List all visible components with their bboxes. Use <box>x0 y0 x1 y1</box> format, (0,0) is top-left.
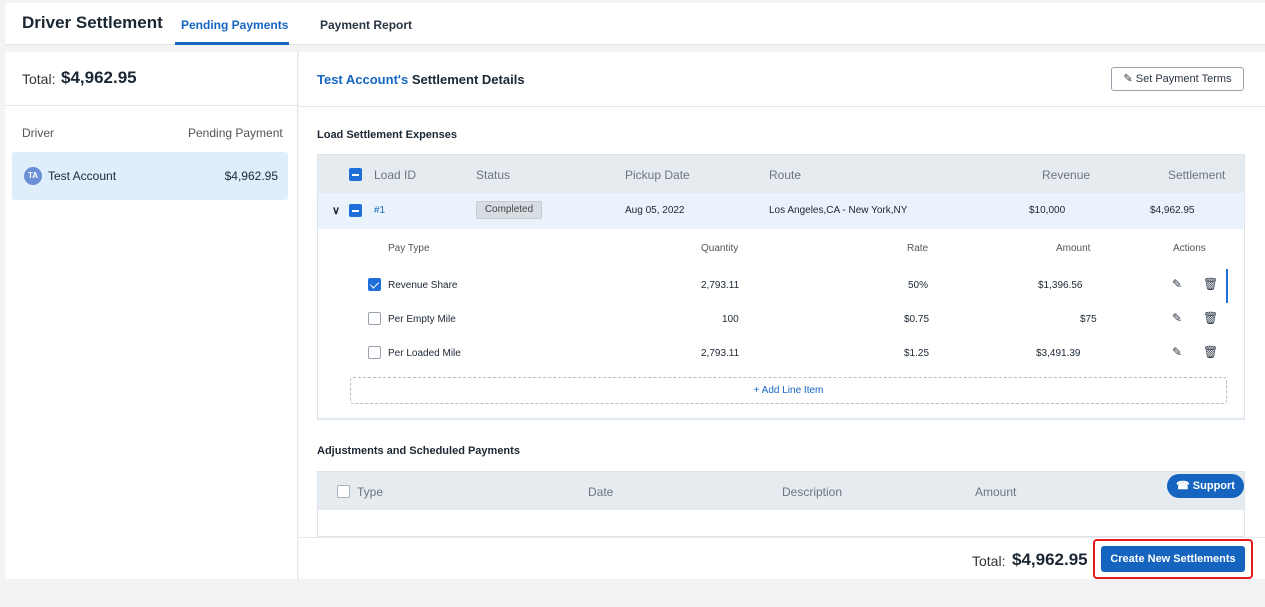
left-total-row: Total: $4,962.95 <box>5 52 297 106</box>
settlement-footer: Total: $4,962.95 Create New Settlements <box>299 537 1265 579</box>
details-title: Test Account's Settlement Details <box>317 72 525 87</box>
set-payment-terms-label: Set Payment Terms <box>1135 73 1232 85</box>
quantity: 2,793.11 <box>701 348 740 359</box>
col-load-id: Load ID <box>374 168 417 182</box>
quantity: 100 <box>722 314 739 325</box>
list-item: Per Loaded Mile 2,793.11 $1.25 $3,491.39… <box>318 337 1228 371</box>
adjustments-table-header: Type Date Description Amount <box>318 472 1244 510</box>
trash-icon[interactable]: 🗑 <box>1203 311 1218 325</box>
list-item: Per Empty Mile 100 $0.75 $75 ✎ 🗑 <box>318 303 1228 337</box>
account-name-link[interactable]: Test Account's <box>317 72 408 87</box>
headset-icon: ☎ <box>1176 480 1190 492</box>
status-badge: Completed <box>476 201 542 219</box>
col-quantity: Quantity <box>701 243 739 254</box>
quantity: 2,793.11 <box>701 280 740 291</box>
amount: $3,491.39 <box>1036 348 1081 359</box>
driver-pending-amount: $4,962.95 <box>224 169 278 183</box>
rate: $0.75 <box>904 314 930 325</box>
support-label: Support <box>1192 480 1235 492</box>
col-settlement: Settlement <box>1168 168 1226 182</box>
list-item: Revenue Share 2,793.11 50% $1,396.56 ✎ 🗑 <box>318 269 1228 303</box>
pending-payment-column-header: Pending Payment <box>188 126 283 140</box>
load-section-label: Load Settlement Expenses <box>317 129 457 141</box>
revenue: $10,000 <box>1029 205 1066 216</box>
support-button[interactable]: ☎ Support <box>1167 474 1244 498</box>
load-id-link[interactable]: #1 <box>374 205 385 216</box>
table-row[interactable]: ∨ #1 Completed Aug 05, 2022 Los Angeles,… <box>318 193 1244 229</box>
col-date: Date <box>588 485 614 499</box>
tab-pending-payments[interactable]: Pending Payments <box>181 18 288 32</box>
settlement-details-panel: Test Account's Settlement Details ✎ Set … <box>299 52 1265 579</box>
adjustments-table: Type Date Description Amount <box>317 471 1245 537</box>
edit-icon[interactable]: ✎ <box>1172 277 1182 291</box>
driver-list-item[interactable]: TA Test Account $4,962.95 <box>12 152 288 200</box>
driver-name: Test Account <box>48 169 117 183</box>
trash-icon[interactable]: 🗑 <box>1203 345 1218 359</box>
col-rate: Rate <box>907 243 929 254</box>
page-title: Driver Settlement <box>22 13 163 32</box>
add-line-item-button[interactable]: + Add Line Item <box>350 377 1227 404</box>
col-actions: Actions <box>1173 243 1206 254</box>
edit-icon[interactable]: ✎ <box>1172 311 1182 325</box>
col-amount: Amount <box>1056 243 1091 254</box>
line-item-checkbox[interactable] <box>368 346 381 359</box>
driver-column-header: Driver <box>22 126 54 140</box>
col-route: Route <box>769 168 802 182</box>
footer-total-label: Total: <box>972 553 1006 569</box>
col-description: Description <box>782 485 843 499</box>
row-checkbox[interactable] <box>349 204 362 217</box>
amount: $75 <box>1080 314 1097 325</box>
route: Los Angeles,CA - New York,NY <box>769 205 908 216</box>
edit-icon[interactable]: ✎ <box>1172 345 1182 359</box>
col-amount: Amount <box>975 485 1017 499</box>
line-item-checkbox[interactable] <box>368 312 381 325</box>
driver-list-panel: Total: $4,962.95 Driver Pending Payment … <box>5 52 298 579</box>
details-title-text: Settlement Details <box>411 72 525 87</box>
total-label: Total: <box>22 71 56 87</box>
top-header: Driver Settlement Pending Payments Payme… <box>5 3 1265 45</box>
create-new-settlements-button[interactable]: Create New Settlements <box>1101 546 1245 572</box>
load-table-header: Load ID Status Pickup Date Route Revenue… <box>318 155 1244 193</box>
total-value: $4,962.95 <box>61 68 137 87</box>
rate: 50% <box>908 280 929 291</box>
edit-icon: ✎ <box>1123 73 1133 85</box>
col-type: Type <box>357 485 384 499</box>
col-pay-type: Pay Type <box>388 243 430 254</box>
avatar: TA <box>24 167 42 185</box>
pay-type: Per Empty Mile <box>388 314 456 325</box>
scrollbar[interactable] <box>1226 269 1228 303</box>
col-pickup-date: Pickup Date <box>625 168 690 182</box>
tab-payment-report[interactable]: Payment Report <box>320 18 412 32</box>
set-payment-terms-button[interactable]: ✎ Set Payment Terms <box>1111 67 1244 91</box>
rate: $1.25 <box>904 348 930 359</box>
pickup-date: Aug 05, 2022 <box>625 205 685 216</box>
pay-type: Per Loaded Mile <box>388 348 461 359</box>
select-all-checkbox[interactable] <box>349 168 362 181</box>
amount: $1,396.56 <box>1038 280 1083 291</box>
divider <box>299 106 1265 107</box>
trash-icon[interactable]: 🗑 <box>1203 277 1218 291</box>
select-all-checkbox[interactable] <box>337 485 350 498</box>
pay-type: Revenue Share <box>388 280 458 291</box>
active-tab-indicator <box>175 42 289 45</box>
col-revenue: Revenue <box>1042 168 1091 182</box>
col-status: Status <box>476 168 511 182</box>
line-item-checkbox[interactable] <box>368 278 381 291</box>
settlement: $4,962.95 <box>1150 205 1195 216</box>
chevron-down-icon[interactable]: ∨ <box>332 204 340 217</box>
load-table: Load ID Status Pickup Date Route Revenue… <box>317 154 1245 420</box>
line-items-panel: Pay Type Quantity Rate Amount Actions Re… <box>318 229 1244 417</box>
adjustments-section-label: Adjustments and Scheduled Payments <box>317 445 520 457</box>
footer-total-value: $4,962.95 <box>1012 550 1088 569</box>
